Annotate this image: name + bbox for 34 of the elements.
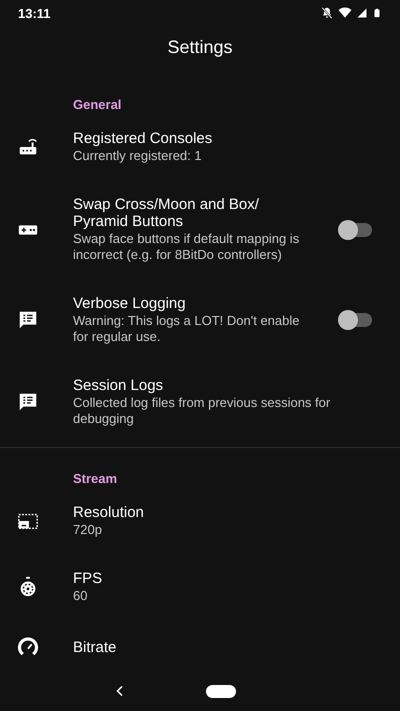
item-summary: 720p <box>73 522 102 538</box>
item-title: FPS <box>73 570 102 587</box>
toggle-switch[interactable] <box>340 313 372 327</box>
settings-item[interactable]: Resolution 720p <box>0 488 400 554</box>
item-summary: Swap face buttons if default mapping is incorrect (e.g. for 8BitDo controllers) <box>73 231 300 263</box>
item-title: Registered Consoles <box>73 130 212 147</box>
message-icon <box>17 309 39 331</box>
item-title: Verbose Logging <box>73 295 186 312</box>
screen-title: Settings <box>167 36 233 58</box>
clock-time: 13:11 <box>18 6 51 20</box>
settings-item[interactable]: Swap Cross/Moon and Box/ Pyramid Buttons Swap face buttons if default mapping is incorrect (e.g. for 8BitDo controllers) <box>0 180 400 279</box>
gauge-icon <box>17 636 39 658</box>
item-title: Resolution <box>73 504 144 521</box>
settings-item[interactable]: Registered Consoles Currently registered: 1 <box>0 114 400 180</box>
settings-item[interactable]: Session Logs Collected log files from previous sessions for debugging <box>0 361 400 443</box>
battery-icon <box>372 6 382 20</box>
item-title: Swap Cross/Moon and Box/ Pyramid Buttons <box>73 196 260 230</box>
item-title: Session Logs <box>73 377 164 394</box>
item-summary: Warning: This logs a LOT! Don't enable for regular use. <box>73 313 300 345</box>
settings-item[interactable]: Bitrate <box>0 620 400 671</box>
section-header: General <box>73 97 122 112</box>
settings-item[interactable]: FPS 60 <box>0 554 400 620</box>
item-summary: Currently registered: 1 <box>73 148 202 164</box>
signal-icon <box>356 6 368 20</box>
message-icon <box>17 391 39 413</box>
item-summary: Collected log files from previous sessions for debugging <box>73 395 332 427</box>
toggle-switch[interactable] <box>340 222 372 236</box>
item-summary: 60 <box>73 588 88 604</box>
settings-item[interactable]: Verbose Logging Warning: This logs a LOT! Don't enable for regular use. <box>0 279 400 361</box>
section-header: Stream <box>73 471 118 486</box>
item-title: Bitrate <box>73 638 116 656</box>
home-pill[interactable] <box>206 684 236 698</box>
wifi-icon <box>338 6 352 20</box>
muted-bell-icon <box>320 6 334 20</box>
